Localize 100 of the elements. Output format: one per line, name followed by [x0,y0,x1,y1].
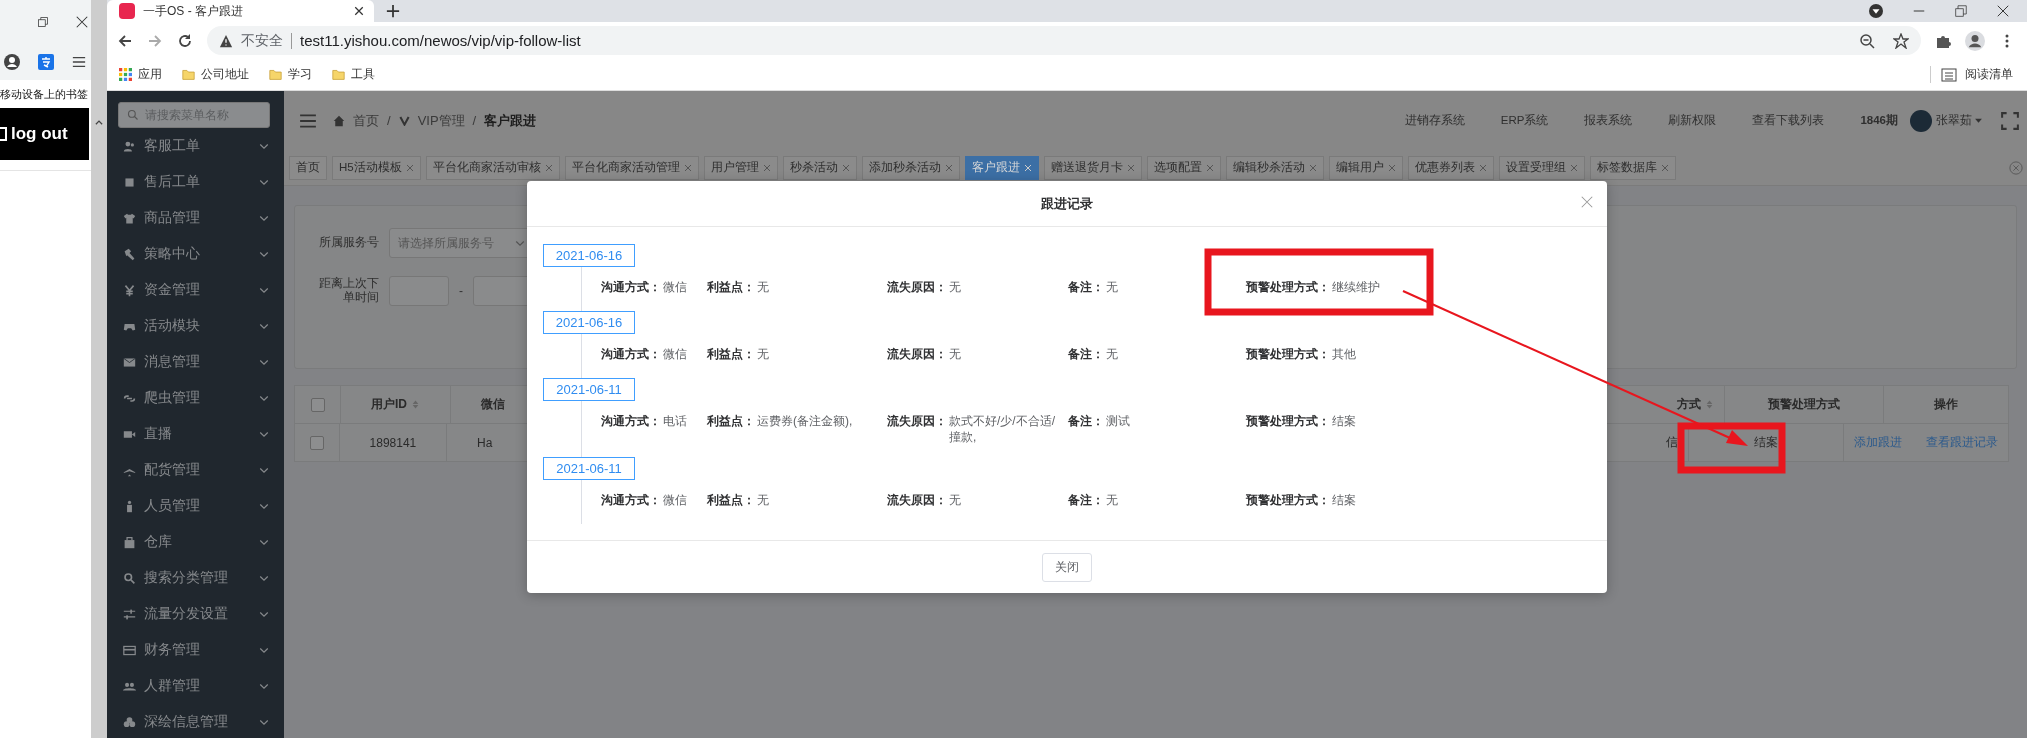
field-value: 继续维护 [1332,279,1380,295]
header-link[interactable]: 报表系统 [1584,113,1633,128]
reload-icon[interactable] [177,32,193,49]
page-tab[interactable]: 添加秒杀活动 [861,155,960,180]
field-value: 电话 [663,413,687,429]
page-tab[interactable]: 平台化商家活动管理 [564,155,699,180]
v-icon [398,115,410,126]
restore-icon[interactable] [1955,5,1967,17]
field-value: 无 [949,279,961,295]
field-value: 其他 [1332,346,1356,362]
bookmark[interactable]: 学习 [269,66,312,83]
sidebar-item[interactable]: 消息管理 [107,344,284,380]
translate-icon[interactable] [38,54,54,70]
menu-icon[interactable] [72,55,86,69]
breadcrumb-item[interactable]: VIP管理 [417,111,465,130]
page-tab[interactable]: 优惠券列表 [1407,155,1494,180]
sidebar-item[interactable]: 活动模块 [107,308,284,344]
dropdown-icon[interactable] [1869,4,1883,18]
card-icon [123,643,136,657]
sidebar-item[interactable]: 人群管理 [107,668,284,704]
page-tab[interactable]: 设置受理组 [1498,155,1585,180]
hamburger-icon[interactable] [299,111,317,130]
shirt-icon [123,211,136,225]
sidebar-item[interactable]: 售后工单 [107,164,284,200]
list-icon [1941,66,1957,83]
page-tab[interactable]: 赠送退货月卡 [1043,155,1142,180]
period-label: 1846期 [1860,113,1898,128]
field-label: 利益点： [707,413,755,429]
logout-button[interactable]: log out [0,108,89,160]
reading-list-button[interactable]: 阅读清单 [1930,66,2013,83]
sidebar-item[interactable]: 人员管理 [107,488,284,524]
bookmark[interactable]: 应用 [119,66,162,83]
sidebar-item[interactable]: 配货管理 [107,452,284,488]
page-tab[interactable]: 选项配置 [1146,155,1221,180]
header-link[interactable]: 进销存系统 [1404,113,1465,128]
close-icon[interactable] [75,15,89,29]
field-label: 流失原因： [887,413,947,429]
bag-icon [123,535,136,549]
sidebar-item[interactable]: 深绘信息管理 [107,704,284,738]
address-bar[interactable]: 不安全 test11.yishou.com/newos/vip/vip-follow-list [207,26,1921,55]
bookmark[interactable]: 公司地址 [182,66,249,83]
column-header: 方式 [1677,396,1701,413]
sidebar-item[interactable]: 搜索分类管理 [107,560,284,596]
sidebar-item[interactable]: 直播 [107,416,284,452]
back-icon[interactable] [117,32,133,49]
page-tab[interactable]: 客户跟进 [964,155,1039,180]
close-icon[interactable] [354,6,364,16]
field-label: 距离上次下单时间 [318,277,379,305]
page-tab[interactable]: 用户管理 [703,155,778,180]
sidebar-item[interactable]: 财务管理 [107,632,284,668]
page-tab[interactable]: 标签数据库 [1589,155,1676,180]
sidebar-item[interactable]: 流量分发设置 [107,596,284,632]
fullscreen-icon[interactable] [2001,111,2019,130]
breadcrumb-item[interactable]: 首页 [353,111,379,130]
page-tab[interactable]: 编辑秒杀活动 [1225,155,1324,180]
page-tab[interactable]: 平台化商家活动审核 [425,155,560,180]
page-tab[interactable]: 首页 [289,155,327,180]
profile-icon[interactable] [1965,30,1985,51]
zoom-out-icon[interactable] [1859,32,1875,49]
field-label: 沟通方式： [601,346,661,362]
caret-icon [1974,116,1983,125]
bookmark-label[interactable]: 移动设备上的书签 [0,80,88,108]
header-link[interactable]: 刷新权限 [1668,113,1717,128]
field-label: 利益点： [707,346,755,362]
breadcrumb-separator: / [472,113,477,128]
sidebar-item[interactable]: 商品管理 [107,200,284,236]
forward-icon[interactable] [147,32,163,49]
people-icon [123,139,136,153]
scroll-up-icon[interactable] [94,118,104,128]
close-circle-icon[interactable] [2009,160,2023,175]
sidebar-item[interactable]: 爬虫管理 [107,380,284,416]
restore-icon[interactable] [37,16,49,28]
close-icon[interactable] [1997,5,2009,17]
field-value: 运费券(备注金额), [757,413,853,429]
header-link[interactable]: ERP系统 [1500,113,1549,128]
field-value: 测试 [1106,413,1130,429]
row-checkbox[interactable] [309,435,324,450]
profile-icon[interactable] [4,54,20,70]
field-value: 无 [1106,346,1118,362]
new-tab-icon[interactable] [386,4,400,18]
envelope-icon [123,355,136,369]
page-tab[interactable]: 编辑用户 [1328,155,1403,180]
close-button[interactable] [1581,196,1593,208]
field-label: 预警处理方式： [1246,413,1330,429]
sidebar-item[interactable]: 仓库 [107,524,284,560]
sidebar-item[interactable]: 客服工单 [107,128,284,164]
header-link[interactable]: 查看下载列表 [1752,113,1825,128]
browser-tab[interactable]: 一手OS - 客户跟进 [107,0,374,22]
user-menu[interactable]: 张翠茹 [1936,113,1983,128]
sidebar-item[interactable]: 资金管理 [107,272,284,308]
close-button[interactable]: 关闭 [1042,552,1092,582]
select-all-checkbox[interactable] [310,397,325,412]
avatar[interactable] [1910,109,1932,132]
bookmark[interactable]: 工具 [332,66,375,83]
field-value: 无 [757,346,769,362]
sidebar-item[interactable]: 策略中心 [107,236,284,272]
cloud-icon [123,715,136,729]
page-tab[interactable]: 秒杀活动 [782,155,857,180]
page-tab[interactable]: H5活动模板 [332,155,421,180]
star-icon[interactable] [1893,32,1909,49]
